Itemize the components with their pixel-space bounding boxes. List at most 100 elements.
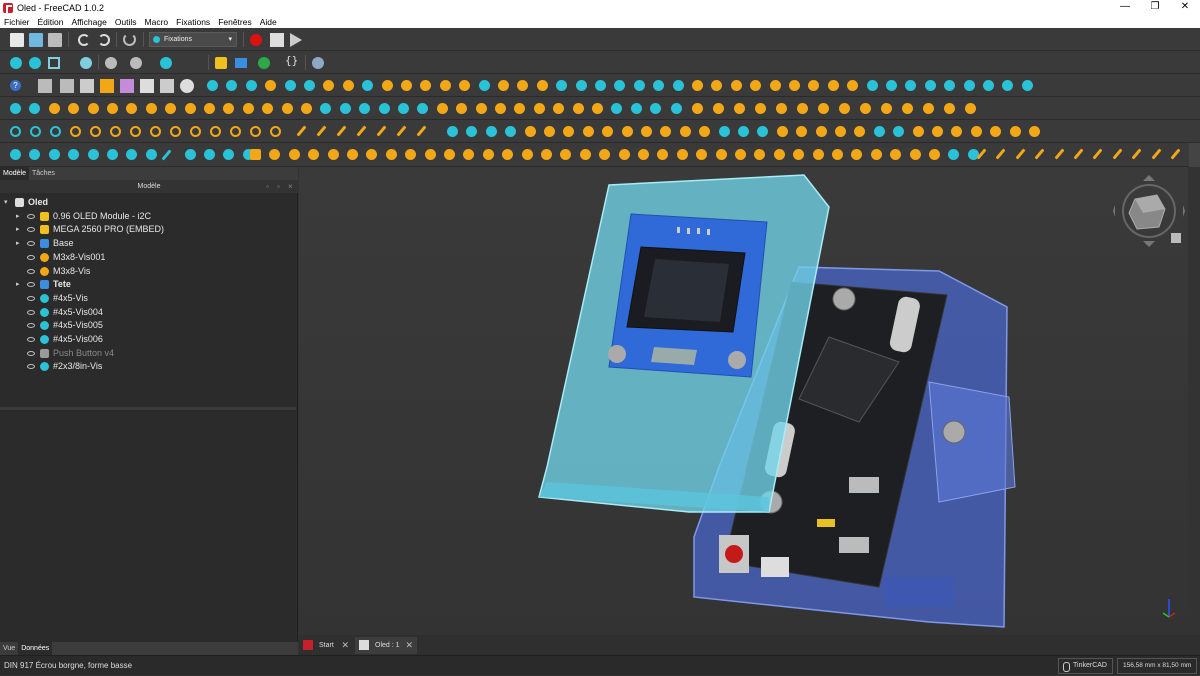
- tree-item[interactable]: #2x3/8in-Vis: [0, 360, 296, 373]
- fastener-tool-icon[interactable]: [478, 80, 490, 91]
- menu-fenetres[interactable]: Fenêtres: [218, 17, 252, 27]
- fastener-tool-icon[interactable]: [553, 103, 565, 114]
- fastener-tool-icon[interactable]: [245, 80, 257, 91]
- fastener-tool-icon[interactable]: [288, 149, 300, 160]
- fastener-tool-icon[interactable]: [242, 103, 254, 114]
- fastener-tool-icon[interactable]: [126, 103, 138, 114]
- fastener-tool-icon[interactable]: [929, 149, 940, 160]
- fastener-tool-icon[interactable]: [356, 125, 367, 137]
- fastener-tool-icon[interactable]: [223, 149, 235, 160]
- fastener-tool-icon[interactable]: [10, 126, 21, 137]
- fastener-tool-icon[interactable]: [262, 103, 274, 114]
- fastener-tool-icon[interactable]: [376, 125, 387, 137]
- 3d-viewport[interactable]: [299, 167, 1188, 635]
- fastener-tool-icon[interactable]: [679, 126, 691, 137]
- link-icon[interactable]: [258, 57, 270, 69]
- fastener-tool-icon[interactable]: [270, 126, 281, 137]
- fastener-tool-icon[interactable]: [672, 80, 684, 91]
- visibility-eye-icon[interactable]: [27, 309, 35, 315]
- fastener-tool-icon[interactable]: [250, 149, 261, 160]
- fastener-tool-icon[interactable]: [1170, 148, 1181, 160]
- close-button[interactable]: ✕: [1170, 0, 1200, 15]
- fastener-tool-icon[interactable]: [107, 149, 118, 160]
- fastener-tool-icon[interactable]: [592, 103, 603, 114]
- tree-item[interactable]: #4x5-Vis: [0, 292, 296, 305]
- fastener-tool-icon[interactable]: [618, 149, 630, 160]
- fastener-tool-icon[interactable]: [230, 126, 241, 137]
- fastener-tool-icon[interactable]: [641, 126, 652, 137]
- visibility-eye-icon[interactable]: [27, 227, 35, 233]
- fastener-tool-icon[interactable]: [734, 103, 745, 114]
- fastener-tool-icon[interactable]: [204, 103, 215, 114]
- fastener-tool-icon[interactable]: [873, 126, 885, 137]
- create-part-icon[interactable]: [215, 57, 227, 69]
- visibility-eye-icon[interactable]: [27, 364, 35, 370]
- fastener-tool-icon[interactable]: [1009, 126, 1021, 137]
- fastener-tool-icon[interactable]: [498, 80, 509, 91]
- fastener-tool-icon[interactable]: [881, 103, 892, 114]
- fastener-tool-icon[interactable]: [190, 126, 201, 137]
- tab-start[interactable]: Start ✕: [299, 637, 353, 654]
- table-icon[interactable]: [140, 79, 154, 93]
- menu-aide[interactable]: Aide: [260, 17, 277, 27]
- fastener-tool-icon[interactable]: [323, 80, 335, 91]
- fastener-tool-icon[interactable]: [170, 126, 181, 137]
- fastener-tool-icon[interactable]: [184, 149, 196, 160]
- move-fastener-icon[interactable]: [38, 79, 52, 93]
- fastener-tool-icon[interactable]: [893, 126, 905, 137]
- fastener-tool-icon[interactable]: [514, 103, 526, 114]
- tab-vue[interactable]: Vue: [0, 642, 18, 655]
- fastener-tool-icon[interactable]: [660, 126, 672, 137]
- fastener-tool-icon[interactable]: [1002, 80, 1014, 91]
- fastener-tool-icon[interactable]: [769, 80, 781, 91]
- fastener-tool-icon[interactable]: [755, 103, 766, 114]
- tab-oled[interactable]: Oled : 1 ✕: [355, 637, 417, 654]
- fastener-tool-icon[interactable]: [866, 80, 878, 91]
- fastener-tool-icon[interactable]: [692, 80, 703, 91]
- fastener-tool-icon[interactable]: [1073, 148, 1084, 160]
- fastener-tool-icon[interactable]: [815, 126, 827, 137]
- navigation-style-button[interactable]: TinkerCAD: [1058, 658, 1113, 674]
- fastener-tool-icon[interactable]: [505, 126, 517, 137]
- fastener-tool-icon[interactable]: [502, 149, 514, 160]
- tab-taches[interactable]: Tâches: [29, 167, 58, 180]
- fastener-tool-icon[interactable]: [796, 126, 808, 137]
- fastener-tool-icon[interactable]: [420, 80, 432, 91]
- tree-item[interactable]: ▸ 0.96 OLED Module - i2C: [0, 210, 296, 223]
- fastener-tool-icon[interactable]: [439, 80, 451, 91]
- fastener-tool-icon[interactable]: [10, 149, 21, 160]
- refresh-icon[interactable]: [123, 33, 136, 46]
- fastener-tool-icon[interactable]: [1112, 148, 1123, 160]
- fastener-tool-icon[interactable]: [839, 103, 850, 114]
- fastener-tool-icon[interactable]: [145, 149, 157, 160]
- fastener-tool-icon[interactable]: [963, 80, 975, 91]
- fastener-tool-icon[interactable]: [70, 126, 81, 137]
- visibility-eye-icon[interactable]: [27, 254, 35, 260]
- fastener-tool-icon[interactable]: [735, 149, 746, 160]
- float-panel-icon[interactable]: ▫: [266, 180, 269, 193]
- fastener-tool-icon[interactable]: [475, 103, 487, 114]
- chevron-right-icon[interactable]: ▸: [16, 278, 20, 291]
- fastener-tool-icon[interactable]: [1029, 126, 1040, 137]
- fastener-tool-icon[interactable]: [1092, 148, 1103, 160]
- fastener-tool-icon[interactable]: [1151, 148, 1162, 160]
- fastener-tool-icon[interactable]: [87, 103, 99, 114]
- fastener-tool-icon[interactable]: [398, 103, 409, 114]
- tree-item[interactable]: #4x5-Vis006: [0, 333, 296, 346]
- tree-item[interactable]: ▾ Oled: [0, 196, 296, 209]
- tree-item[interactable]: ▸ Base: [0, 237, 296, 250]
- fastener-tool-icon[interactable]: [327, 149, 339, 160]
- fastener-tool-icon[interactable]: [563, 126, 575, 137]
- fastener-tool-icon[interactable]: [405, 149, 417, 160]
- fastener-tool-icon[interactable]: [638, 149, 649, 160]
- fastener-tool-icon[interactable]: [150, 126, 161, 137]
- fastener-tool-icon[interactable]: [948, 149, 960, 160]
- fastener-tool-icon[interactable]: [265, 80, 277, 91]
- fastener-tool-icon[interactable]: [316, 125, 327, 137]
- toolbar-scroll-button[interactable]: [1189, 143, 1200, 167]
- fastener-tool-icon[interactable]: [556, 80, 568, 91]
- fastener-tool-icon[interactable]: [835, 126, 846, 137]
- fastener-tool-icon[interactable]: [301, 103, 312, 114]
- fastener-tool-icon[interactable]: [621, 126, 633, 137]
- fastener-tool-icon[interactable]: [575, 80, 587, 91]
